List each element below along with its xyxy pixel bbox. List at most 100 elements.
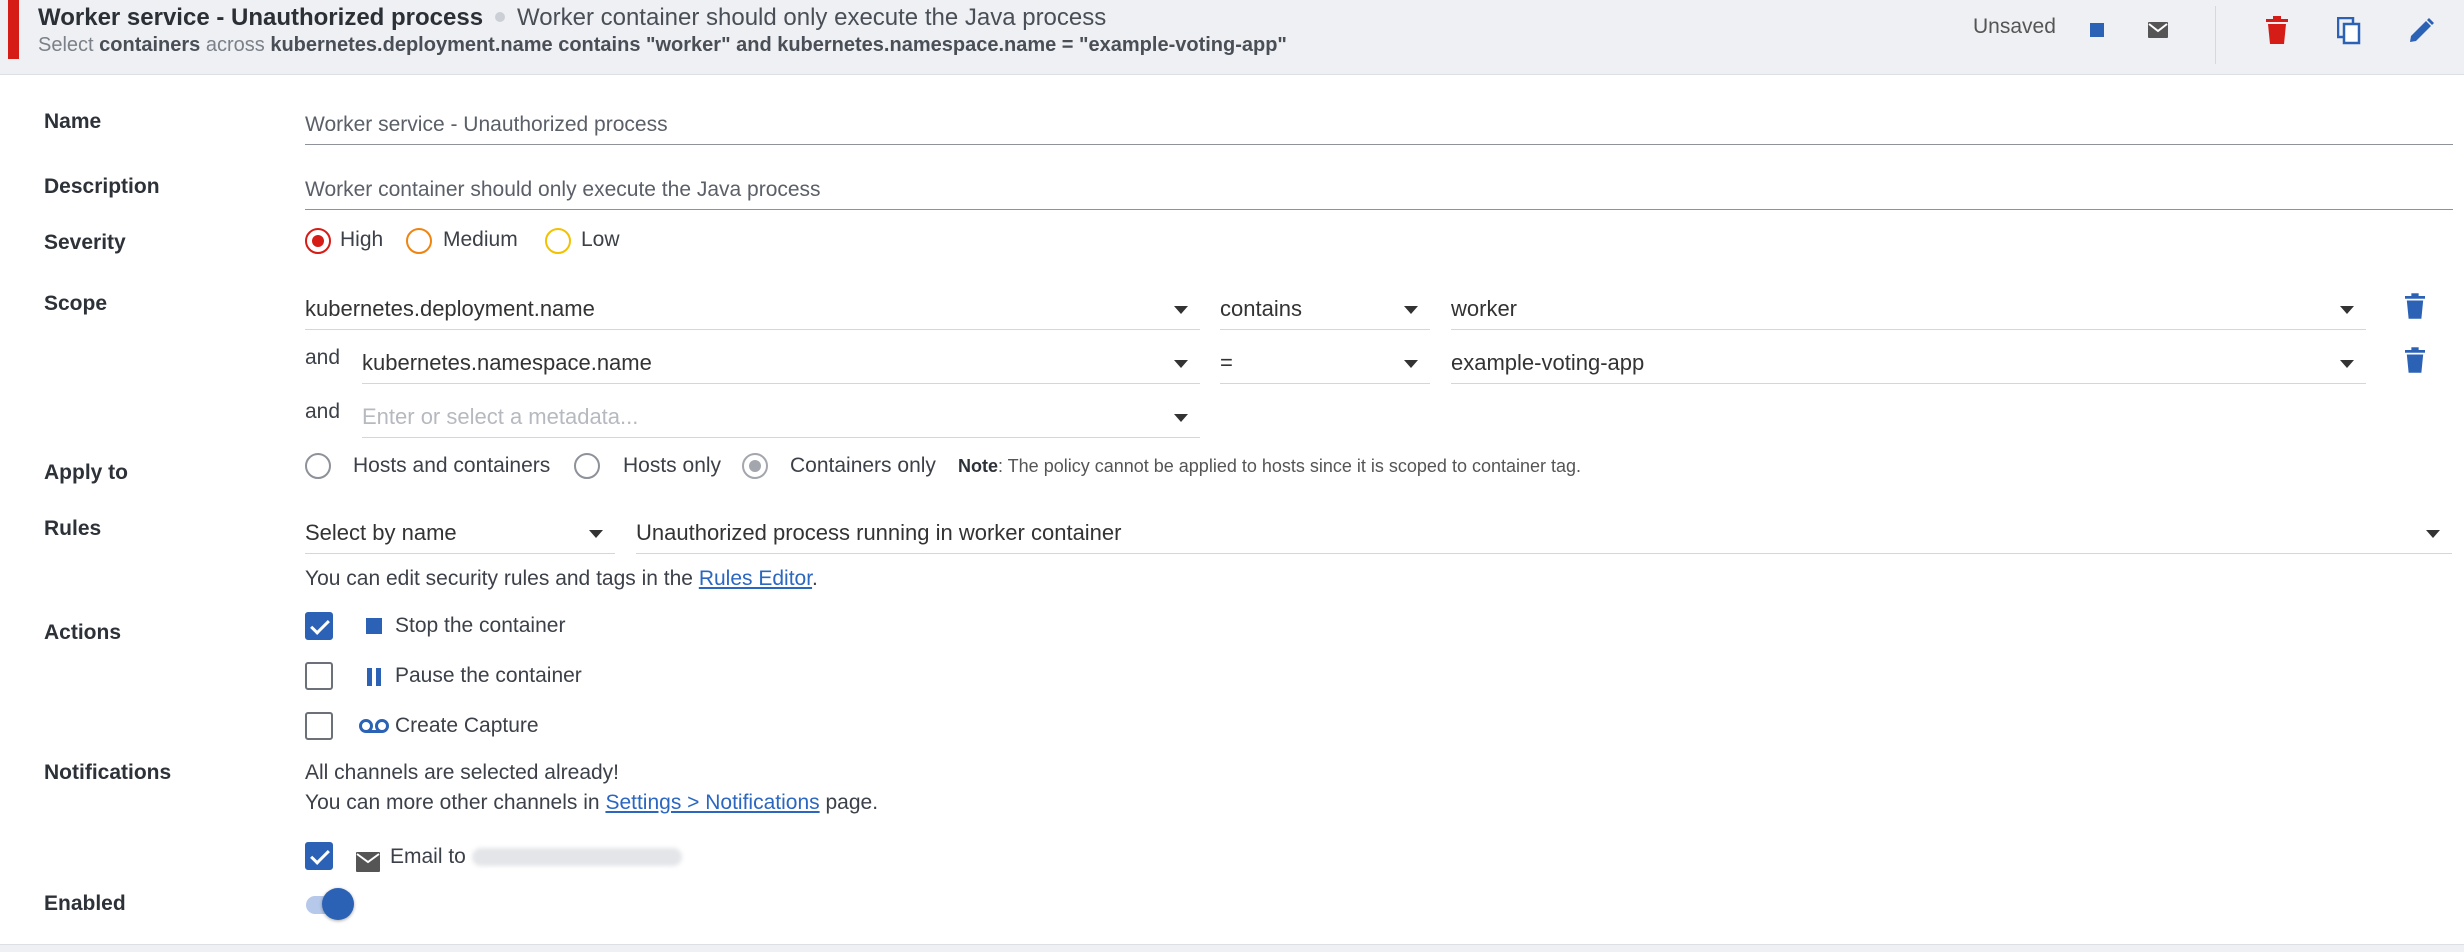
rules-mode-value: Select by name — [305, 520, 457, 545]
scope-across: across — [205, 34, 265, 56]
scope-value-select-2[interactable]: example-voting-app — [1451, 340, 2366, 384]
scope-and-1: and — [305, 346, 341, 369]
scope-value-2: example-voting-app — [1451, 350, 1645, 375]
chevron-down-icon — [589, 530, 603, 538]
delete-scope-row-icon[interactable] — [2400, 290, 2430, 322]
header-policy-name: Worker service - Unauthorized process — [38, 4, 484, 31]
rules-mode-select[interactable]: Select by name — [305, 510, 615, 554]
header-title-line: Worker service - Unauthorized process Wor… — [38, 3, 1106, 33]
rules-help-suffix: . — [812, 567, 818, 590]
apply-to-label: Apply to — [44, 461, 128, 484]
header-scope-summary: Select containers across kubernetes.depl… — [38, 32, 1287, 58]
notifications-line2-prefix: You can more other channels in — [305, 791, 600, 814]
name-label: Name — [44, 110, 102, 133]
bottom-border — [0, 944, 2464, 952]
severity-medium-radio[interactable] — [406, 228, 432, 254]
capture-icon — [358, 716, 390, 736]
scope-key-select-1[interactable]: kubernetes.deployment.name — [305, 286, 1200, 330]
email-to-label: Email to — [390, 845, 682, 869]
email-icon — [354, 850, 382, 874]
name-input[interactable]: Worker service - Unauthorized process — [305, 105, 2453, 145]
pause-container-checkbox[interactable] — [305, 662, 333, 690]
copy-policy-icon[interactable] — [2334, 15, 2364, 47]
pause-container-label: Pause the container — [395, 664, 582, 687]
chevron-down-icon — [1404, 360, 1418, 368]
scope-target: containers — [99, 34, 201, 56]
notifications-line2: You can more other channels in Settings … — [305, 791, 878, 815]
notifications-line1: All channels are selected already! — [305, 761, 620, 784]
enabled-label: Enabled — [44, 892, 126, 915]
scope-key-value-1: kubernetes.deployment.name — [305, 296, 595, 321]
severity-low-label: Low — [581, 228, 620, 251]
edit-policy-icon[interactable] — [2406, 16, 2436, 46]
policy-header: Worker service - Unauthorized process Wor… — [0, 0, 2464, 75]
description-input[interactable]: Worker container should only execute the… — [305, 170, 2453, 210]
create-capture-checkbox[interactable] — [305, 712, 333, 740]
apply-containers-only-label: Containers only — [790, 454, 936, 477]
header-divider — [2215, 6, 2216, 64]
rules-select[interactable]: Unauthorized process running in worker c… — [636, 510, 2452, 554]
scope-operator-select-1[interactable]: contains — [1220, 286, 1430, 330]
apply-hosts-only-label: Hosts only — [623, 454, 722, 477]
header-policy-description: Worker container should only execute the… — [517, 4, 1107, 31]
chevron-down-icon — [1174, 414, 1188, 422]
actions-label: Actions — [44, 621, 122, 644]
apply-to-note: Note: The policy cannot be applied to ho… — [958, 456, 1581, 477]
scope-operator-value-2: = — [1220, 350, 1233, 375]
email-to-text: Email to — [390, 845, 466, 868]
rules-editor-link[interactable]: Rules Editor — [699, 567, 812, 590]
scope-operator-select-2[interactable]: = — [1220, 340, 1430, 384]
scope-operator-value-1: contains — [1220, 296, 1302, 321]
scope-value-1: worker — [1451, 296, 1518, 321]
delete-scope-row-icon[interactable] — [2400, 344, 2430, 376]
description-value: Worker container should only execute the… — [305, 178, 821, 201]
severity-low-radio[interactable] — [545, 228, 571, 254]
note-label: Note — [958, 456, 998, 476]
stop-container-label: Stop the container — [395, 614, 566, 637]
apply-containers-only-radio[interactable] — [742, 453, 768, 479]
chevron-down-icon — [1404, 306, 1418, 314]
note-text: : The policy cannot be applied to hosts … — [998, 456, 1582, 476]
delete-policy-icon[interactable] — [2262, 14, 2292, 46]
scope-expression: kubernetes.deployment.name contains "wor… — [270, 34, 1287, 56]
enabled-toggle-knob[interactable] — [322, 888, 354, 920]
severity-high-label: High — [340, 228, 384, 251]
scope-and-2: and — [305, 400, 341, 423]
notifications-line2-suffix: page. — [825, 791, 879, 814]
apply-hosts-only-radio[interactable] — [574, 453, 600, 479]
unsaved-status: Unsaved — [1973, 15, 2056, 38]
settings-notifications-link[interactable]: Settings > Notifications — [605, 791, 819, 814]
description-label: Description — [44, 175, 160, 198]
chevron-down-icon — [2426, 530, 2440, 538]
chevron-down-icon — [1174, 360, 1188, 368]
rules-label: Rules — [44, 517, 102, 540]
notifications-label: Notifications — [44, 761, 172, 784]
chevron-down-icon — [2340, 306, 2354, 314]
severity-label: Severity — [44, 231, 126, 254]
scope-new-key-select[interactable]: Enter or select a metadata... — [362, 394, 1200, 438]
scope-label: Scope — [44, 292, 108, 315]
create-capture-label: Create Capture — [395, 714, 539, 737]
scope-new-placeholder: Enter or select a metadata... — [362, 404, 639, 429]
header-separator-dot — [495, 12, 506, 23]
rules-help-text: You can edit security rules and tags in … — [305, 567, 818, 591]
stop-icon — [2086, 19, 2108, 41]
severity-medium-label: Medium — [443, 228, 518, 251]
scope-prefix: Select — [38, 34, 94, 56]
scope-value-select-1[interactable]: worker — [1451, 286, 2366, 330]
chevron-down-icon — [2340, 360, 2354, 368]
scope-key-select-2[interactable]: kubernetes.namespace.name — [362, 340, 1200, 384]
scope-key-value-2: kubernetes.namespace.name — [362, 350, 652, 375]
email-notification-checkbox[interactable] — [305, 842, 333, 870]
email-icon — [2146, 18, 2170, 42]
severity-high-radio[interactable] — [305, 228, 331, 254]
apply-hosts-and-containers-radio[interactable] — [305, 453, 331, 479]
apply-hosts-and-containers-label: Hosts and containers — [353, 454, 551, 477]
chevron-down-icon — [1174, 306, 1188, 314]
stop-container-checkbox[interactable] — [305, 612, 333, 640]
pause-icon — [364, 666, 384, 688]
severity-strip — [8, 0, 19, 59]
redacted-email — [471, 848, 682, 867]
name-value: Worker service - Unauthorized process — [305, 113, 668, 136]
rules-selected-value: Unauthorized process running in worker c… — [636, 520, 1122, 545]
